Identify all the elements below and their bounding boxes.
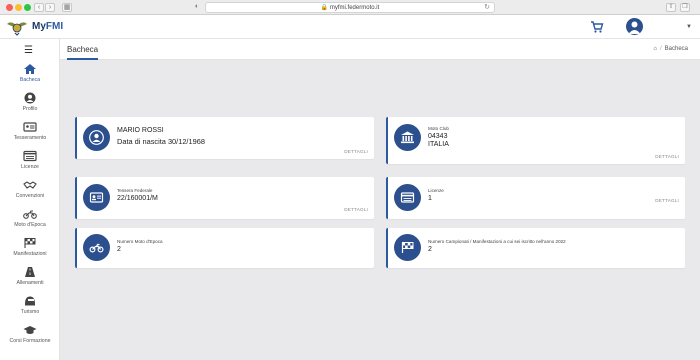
moto-club-country: ITALIA — [428, 141, 449, 148]
back-icon[interactable]: ‹ — [34, 3, 44, 12]
user-details-link[interactable]: DETTAGLI — [344, 149, 368, 154]
tessera-details-link[interactable]: DETTAGLI — [344, 207, 368, 212]
user-name: MARIO ROSSI — [117, 127, 164, 134]
user-icon — [24, 92, 36, 104]
motorcycle-icon — [23, 210, 37, 219]
sidebar-item-label: Moto d'Epoca — [14, 222, 46, 228]
moto-epoca-circle-icon — [83, 234, 110, 261]
sidebar-item-label: Corsi Formazione — [9, 338, 51, 344]
user-silhouette-icon — [628, 21, 641, 34]
breadcrumb: ⌂ / Bacheca — [653, 46, 688, 52]
sidebar-toggle-icon[interactable]: ▦ — [62, 3, 72, 12]
home-icon — [24, 64, 36, 74]
privacy-icon: ◐ — [194, 3, 200, 10]
moto-club-circle-icon — [394, 124, 421, 151]
moto-club-label: Moto Club — [428, 126, 449, 131]
menu-icon[interactable]: ☰ — [24, 45, 33, 56]
home-icon[interactable]: ⌂ — [653, 46, 657, 52]
user-circle-icon — [83, 124, 110, 151]
page-title: Bacheca — [67, 45, 99, 60]
sidebar-item-corsi-formazione[interactable]: Corsi Formazione — [0, 324, 60, 352]
flag-icon — [24, 238, 36, 248]
moto-club-card: Moto Club 04343 ITALIA DETTAGLI — [386, 117, 685, 164]
app-brand[interactable]: MyFMI — [32, 21, 63, 32]
breadcrumb-current: Bacheca — [664, 46, 688, 52]
sidebar-item-label: Profilo — [22, 106, 38, 112]
zoom-window-button[interactable] — [24, 4, 31, 11]
tessera-number: 22/160001/M — [117, 195, 158, 202]
license-icon — [23, 150, 37, 162]
dashboard-content: MARIO ROSSI Data di nascita 30/12/1968 D… — [60, 60, 700, 360]
tessera-label: Tessera Federale — [117, 188, 153, 193]
sidebar: ☰ Bacheca Profilo Tesseramento Licenze C… — [0, 39, 60, 360]
moto-club-details-link[interactable]: DETTAGLI — [655, 154, 679, 159]
sidebar-item-label: Convenzioni — [15, 193, 45, 199]
sidebar-item-manifestazioni[interactable]: Manifestazioni — [0, 237, 60, 265]
sidebar-item-moto-epoca[interactable]: Moto d'Epoca — [0, 208, 60, 236]
moto-epoca-count: 2 — [117, 246, 121, 253]
sidebar-item-label: Tesseramento — [13, 135, 47, 141]
minimize-window-button[interactable] — [15, 4, 22, 11]
graduation-cap-icon — [23, 326, 37, 334]
brand-accent: FMI — [45, 21, 64, 32]
campionati-count: 2 — [428, 246, 432, 253]
motorcycle-icon — [89, 243, 104, 253]
sidebar-item-profilo[interactable]: Profilo — [0, 92, 60, 120]
address-bar[interactable]: 🔒 myfmi.federmoto.it ↻ — [205, 2, 495, 13]
address-text: myfmi.federmoto.it — [329, 5, 380, 11]
shopping-cart-icon[interactable] — [590, 20, 604, 34]
licenze-count: 1 — [428, 195, 432, 202]
share-icon[interactable]: ⇧ — [666, 3, 676, 12]
brand-prefix: My — [32, 21, 46, 32]
chevron-down-icon[interactable]: ▼ — [686, 24, 692, 30]
checkered-flag-icon — [401, 242, 414, 253]
sidebar-item-label: Bacheca — [19, 77, 41, 83]
sidebar-item-label: Turismo — [20, 309, 40, 315]
licenze-circle-icon — [394, 184, 421, 211]
moto-epoca-card: Numero Moto d'Epoca 2 — [75, 228, 374, 268]
sidebar-item-allenamenti[interactable]: Allenamenti — [0, 266, 60, 294]
fmi-logo-icon[interactable] — [6, 18, 28, 36]
licenze-card: Licenze 1 DETTAGLI — [386, 177, 685, 219]
user-avatar[interactable] — [626, 18, 643, 35]
page-header: Bacheca ⌂ / Bacheca — [60, 39, 700, 60]
id-card-icon — [23, 122, 37, 132]
license-icon — [400, 192, 415, 203]
sidebar-item-turismo[interactable]: Turismo — [0, 295, 60, 323]
campionati-card: Numero Campionati / Manifestazioni a cui… — [386, 228, 685, 268]
campionati-label: Numero Campionati / Manifestazioni a cui… — [428, 239, 566, 244]
institution-icon — [401, 131, 414, 144]
sidebar-item-label: Manifestazioni — [13, 251, 47, 257]
tessera-card: Tessera Federale 22/160001/M DETTAGLI — [75, 177, 374, 219]
handshake-icon — [23, 181, 37, 189]
licenze-label: Licenze — [428, 188, 444, 193]
road-icon — [25, 267, 35, 277]
reload-icon[interactable]: ↻ — [484, 3, 490, 13]
moto-club-code: 04343 — [428, 133, 448, 140]
tabs-overview-icon[interactable]: ❐ — [680, 3, 690, 12]
sidebar-item-label: Licenze — [21, 164, 39, 170]
forward-icon[interactable]: › — [45, 3, 55, 12]
helmet-icon — [25, 296, 35, 306]
sidebar-item-tesseramento[interactable]: Tesseramento — [0, 121, 60, 149]
user-icon — [89, 130, 104, 145]
moto-epoca-label: Numero Moto d'Epoca — [117, 239, 163, 244]
sidebar-item-bacheca[interactable]: Bacheca — [0, 63, 60, 91]
sidebar-item-licenze[interactable]: Licenze — [0, 150, 60, 178]
sidebar-item-label: Allenamenti — [16, 280, 44, 286]
tessera-circle-icon — [83, 184, 110, 211]
user-card: MARIO ROSSI Data di nascita 30/12/1968 D… — [75, 117, 374, 159]
lock-icon: 🔒 — [320, 5, 329, 11]
browser-toolbar: ‹ › ▦ ◐ 🔒 myfmi.federmoto.it ↻ ⇧ ❐ — [0, 0, 700, 15]
app-header: MyFMI ▼ — [0, 15, 700, 39]
sidebar-item-convenzioni[interactable]: Convenzioni — [0, 179, 60, 207]
close-window-button[interactable] — [6, 4, 13, 11]
id-card-icon — [89, 192, 104, 203]
campionati-circle-icon — [394, 234, 421, 261]
user-birthdate: Data di nascita 30/12/1968 — [117, 137, 205, 146]
licenze-details-link[interactable]: DETTAGLI — [655, 198, 679, 203]
